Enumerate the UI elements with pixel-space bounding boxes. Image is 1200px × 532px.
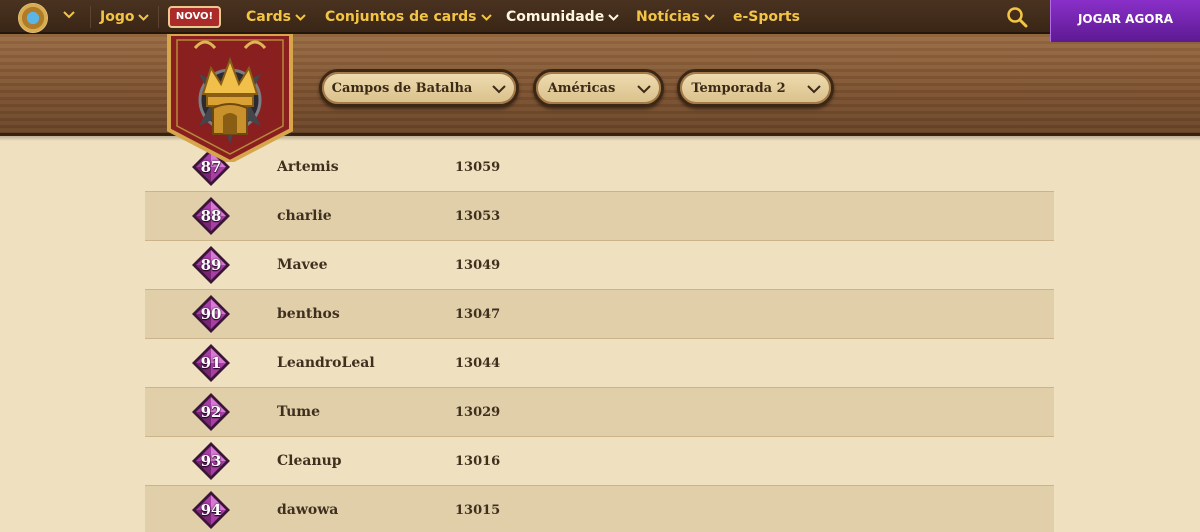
select-value: Temporada 2 <box>691 80 786 96</box>
player-name: benthos <box>277 306 340 322</box>
chevron-down-icon <box>492 85 506 94</box>
nav-divider <box>90 6 91 28</box>
player-rating: 13029 <box>455 405 501 420</box>
chevron-down-icon <box>807 85 821 94</box>
season-select[interactable]: Temporada 2 <box>677 69 834 107</box>
player-name: Cleanup <box>277 453 342 469</box>
search-icon[interactable] <box>1006 6 1028 28</box>
nav-item-community[interactable]: Comunidade <box>506 0 619 34</box>
table-row: 90 benthos 13047 <box>145 290 1054 339</box>
player-rating: 13016 <box>455 454 501 469</box>
chevron-down-icon <box>637 85 651 94</box>
game-mode-select[interactable]: Campos de Batalha <box>319 69 519 107</box>
player-name: Tume <box>277 404 321 420</box>
player-name: charlie <box>277 208 332 224</box>
nav-divider <box>158 6 159 28</box>
nav-item-label: Comunidade <box>506 9 605 25</box>
nav-item-cards[interactable]: Cards <box>246 0 306 34</box>
table-row: 94 dawowa 13015 <box>145 486 1054 532</box>
rank-number: 88 <box>200 207 222 225</box>
nav-item-news[interactable]: Notícias <box>636 0 715 34</box>
chevron-down-icon <box>138 13 150 21</box>
table-row: 93 Cleanup 13016 <box>145 437 1054 486</box>
rank-number: 93 <box>200 452 222 470</box>
nav-item-label: Cards <box>246 9 291 25</box>
nav-item-label: e-Sports <box>733 9 800 25</box>
table-row: 88 charlie 13053 <box>145 192 1054 241</box>
rank-number: 94 <box>200 501 222 519</box>
player-rating: 13059 <box>455 160 501 175</box>
nav-item-card-sets[interactable]: Conjuntos de cards <box>325 0 492 34</box>
chevron-down-icon <box>295 13 306 21</box>
chevron-down-icon <box>608 13 619 21</box>
rank-number: 89 <box>200 256 222 274</box>
player-name: LeandroLeal <box>277 355 375 371</box>
table-row: 92 Tume 13029 <box>145 388 1054 437</box>
rank-number: 90 <box>200 305 222 323</box>
player-rating: 13049 <box>455 258 501 273</box>
player-rating: 13047 <box>455 307 501 322</box>
play-now-button[interactable]: JOGAR AGORA <box>1050 0 1200 42</box>
leaderboard-table: 87 Artemis 13059 88 charlie 13053 89 Mav… <box>145 136 1054 532</box>
new-badge[interactable]: NOVO! <box>168 6 221 28</box>
table-row: 89 Mavee 13049 <box>145 241 1054 290</box>
rank-number: 92 <box>200 403 222 421</box>
rank-number: 91 <box>200 354 222 372</box>
top-navigation: Jogo NOVO! Cards Conjuntos de cards Comu… <box>0 0 1200 34</box>
region-select[interactable]: Américas <box>533 69 664 107</box>
nav-item-label: Notícias <box>636 9 700 25</box>
player-rating: 13053 <box>455 209 501 224</box>
player-name: dawowa <box>277 502 339 518</box>
table-row: 91 LeandroLeal 13044 <box>145 339 1054 388</box>
select-value: Campos de Batalha <box>331 80 473 96</box>
nav-item-label: Jogo <box>100 9 135 25</box>
player-rating: 13015 <box>455 503 501 518</box>
chevron-down-icon[interactable] <box>62 8 76 22</box>
chevron-down-icon <box>480 13 492 21</box>
nav-item-esports[interactable]: e-Sports <box>733 0 800 34</box>
nav-item-jogo[interactable]: Jogo <box>100 0 150 34</box>
hearthstone-logo[interactable] <box>18 3 48 33</box>
player-rating: 13044 <box>455 356 501 371</box>
battlegrounds-banner <box>167 34 293 162</box>
chevron-down-icon <box>704 13 715 21</box>
nav-item-label: Conjuntos de cards <box>325 9 477 25</box>
select-value: Américas <box>547 80 616 96</box>
player-name: Mavee <box>277 257 328 273</box>
